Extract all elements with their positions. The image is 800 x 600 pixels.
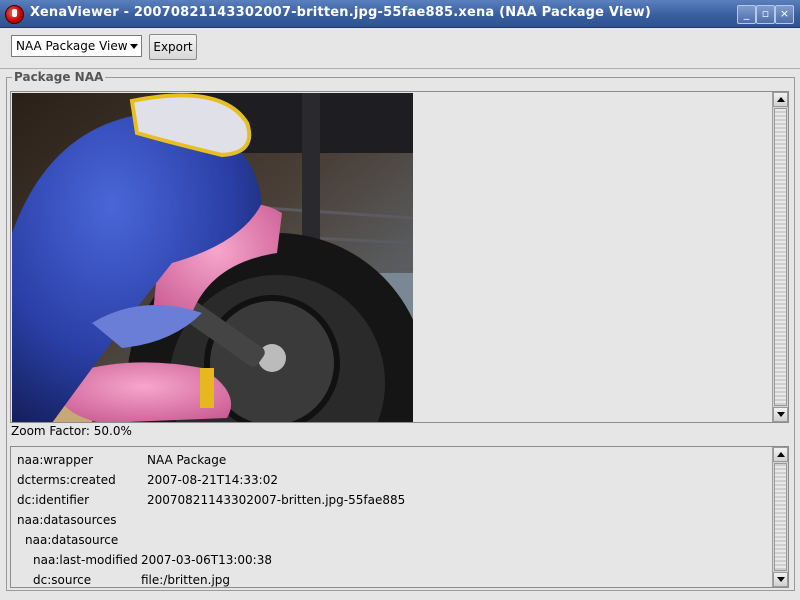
title-bar[interactable]: XenaViewer - 20070821143302007-britten.j… <box>0 0 800 28</box>
metadata-key: naa:wrapper <box>17 453 94 467</box>
metadata-key: dc:source <box>33 573 92 587</box>
metadata-key: dc:identifier <box>17 493 90 507</box>
metadata-key: naa:last-modified <box>33 553 138 567</box>
maximize-icon: ▫ <box>761 7 770 20</box>
image-scrollbar[interactable] <box>772 92 788 422</box>
close-button[interactable]: × <box>775 5 794 24</box>
metadata-value: 2007-08-21T14:33:02 <box>147 473 278 487</box>
scroll-up-icon[interactable] <box>773 447 788 462</box>
package-group-title: Package NAA <box>12 70 106 84</box>
minimize-button[interactable]: _ <box>737 5 756 24</box>
metadata-key: naa:datasource <box>25 533 119 547</box>
motorcycle-photo <box>12 93 413 422</box>
zoom-factor-label: Zoom Factor: 50.0% <box>11 424 132 438</box>
maximize-button[interactable]: ▫ <box>756 5 775 24</box>
scrollbar-thumb[interactable] <box>774 463 787 571</box>
metadata-scrollbar[interactable] <box>772 447 788 587</box>
metadata-value: 20070821143302007-britten.jpg-55fae885 <box>147 493 406 507</box>
app-icon <box>5 5 24 24</box>
scrollbar-thumb[interactable] <box>774 108 787 406</box>
metadata-key: naa:datasources <box>17 513 117 527</box>
view-select[interactable]: NAA Package View <box>11 35 142 57</box>
dropdown-arrow-icon[interactable] <box>130 44 138 49</box>
scroll-down-icon[interactable] <box>773 407 788 422</box>
metadata-panel[interactable]: naa:wrapper NAA Package dcterms:created … <box>10 446 789 588</box>
scroll-down-icon[interactable] <box>773 572 788 587</box>
close-icon: × <box>779 7 790 20</box>
export-button[interactable]: Export <box>149 34 197 60</box>
metadata-value: NAA Package <box>147 453 227 467</box>
minimize-icon: _ <box>743 7 750 20</box>
window-title: XenaViewer - 20070821143302007-britten.j… <box>30 5 651 20</box>
scroll-up-icon[interactable] <box>773 92 788 107</box>
toolbar: NAA Package View Export <box>0 28 800 69</box>
metadata-key: dcterms:created <box>17 473 116 487</box>
metadata-value: file:/britten.jpg <box>141 573 231 587</box>
view-select-value: NAA Package View <box>16 39 128 53</box>
metadata-value: 2007-03-06T13:00:38 <box>141 553 272 567</box>
image-panel[interactable] <box>10 91 789 423</box>
